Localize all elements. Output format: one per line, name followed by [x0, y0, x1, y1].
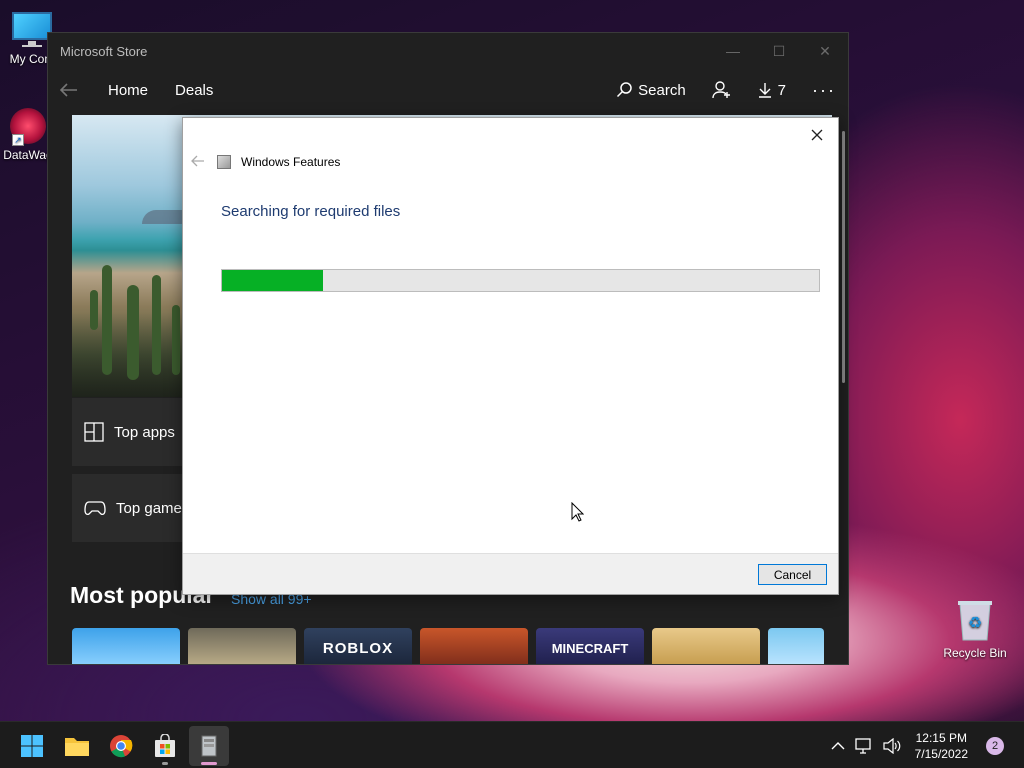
- desktop-icon-recycle-bin[interactable]: ♻ Recycle Bin: [942, 598, 1008, 660]
- progress-bar: [221, 269, 820, 292]
- chrome-button[interactable]: [101, 726, 141, 766]
- dialog-back-arrow-icon: [191, 154, 207, 170]
- downloads-count: 7: [777, 81, 787, 99]
- recycle-bin-icon: ♻: [958, 601, 992, 641]
- search-icon: [617, 82, 632, 98]
- cancel-button[interactable]: Cancel: [758, 564, 827, 585]
- top-games-label: Top games: [116, 499, 190, 517]
- notification-badge[interactable]: 2: [986, 736, 1004, 755]
- scrollbar[interactable]: [842, 131, 845, 383]
- app-tile[interactable]: [768, 628, 824, 664]
- minimize-button[interactable]: —: [710, 33, 756, 69]
- account-button[interactable]: [711, 80, 732, 100]
- store-nav-bar: Home Deals Search 7 ···: [48, 69, 848, 111]
- start-button[interactable]: [12, 726, 52, 766]
- more-button[interactable]: ···: [812, 80, 836, 101]
- app-tile[interactable]: [420, 628, 528, 664]
- back-arrow-icon: [60, 83, 77, 97]
- windows-features-dialog: Windows Features Searching for required …: [182, 117, 839, 595]
- title-bar[interactable]: Microsoft Store — ☐ ✕: [48, 33, 848, 69]
- search-button[interactable]: Search: [616, 82, 686, 99]
- mouse-cursor-icon: [571, 502, 584, 522]
- download-icon: [758, 83, 771, 98]
- network-icon[interactable]: [854, 737, 873, 754]
- progress-bar-fill: [222, 270, 324, 291]
- chrome-icon: [110, 735, 133, 758]
- nav-home[interactable]: Home: [108, 82, 148, 99]
- recycle-bin-label: Recycle Bin: [943, 646, 1007, 660]
- search-label: Search: [638, 81, 686, 99]
- svg-text:♻: ♻: [968, 613, 982, 632]
- maximize-button[interactable]: ☐: [756, 33, 802, 69]
- dialog-header: Windows Features: [191, 154, 340, 170]
- close-button[interactable]: ✕: [802, 33, 848, 69]
- microsoft-store-taskbar-button[interactable]: [145, 726, 185, 766]
- grid-icon: [84, 422, 104, 442]
- clock-date: 7/15/2022: [914, 746, 968, 761]
- gamepad-icon: [84, 501, 106, 516]
- dialog-footer: Cancel: [183, 553, 838, 594]
- dialog-close-button[interactable]: [806, 124, 828, 146]
- window-title: Microsoft Store: [60, 43, 148, 59]
- taskbar: 12:15 PM 7/15/2022 2: [0, 721, 1024, 768]
- dialog-header-title: Windows Features: [241, 155, 341, 169]
- clock[interactable]: 12:15 PM 7/15/2022: [915, 730, 968, 762]
- app-tile[interactable]: ROBLOX: [304, 628, 412, 664]
- clock-time: 12:15 PM: [915, 730, 967, 745]
- windows-features-icon: [201, 735, 217, 757]
- downloads-button[interactable]: 7: [758, 82, 786, 99]
- windows-logo-icon: [21, 735, 43, 757]
- user-add-icon: [711, 81, 730, 99]
- nav-deals[interactable]: Deals: [175, 82, 213, 99]
- datawag-icon: ↗: [10, 108, 46, 146]
- store-bag-icon: [155, 734, 175, 757]
- more-icon: ···: [812, 79, 836, 100]
- active-indicator: [201, 762, 217, 765]
- app-tile[interactable]: MINECRAFT: [536, 628, 644, 664]
- folder-icon: [65, 738, 89, 756]
- windows-features-taskbar-button[interactable]: [189, 726, 229, 766]
- app-tile[interactable]: [72, 628, 180, 664]
- file-explorer-button[interactable]: [57, 726, 97, 766]
- dialog-status-text: Searching for required files: [221, 203, 401, 220]
- running-indicator: [162, 762, 168, 765]
- app-tile[interactable]: [652, 628, 760, 664]
- windows-features-icon: [217, 155, 231, 169]
- top-apps-label: Top apps: [114, 423, 175, 441]
- chevron-up-icon[interactable]: [831, 741, 845, 751]
- app-tile[interactable]: [188, 628, 296, 664]
- back-button[interactable]: [48, 69, 90, 111]
- close-icon: [811, 129, 823, 141]
- volume-icon[interactable]: [883, 737, 901, 754]
- app-tiles: ROBLOX MINECRAFT: [72, 628, 824, 664]
- desktop-icon-label: DataWag: [3, 148, 53, 162]
- system-tray: 12:15 PM 7/15/2022 2: [831, 722, 1024, 768]
